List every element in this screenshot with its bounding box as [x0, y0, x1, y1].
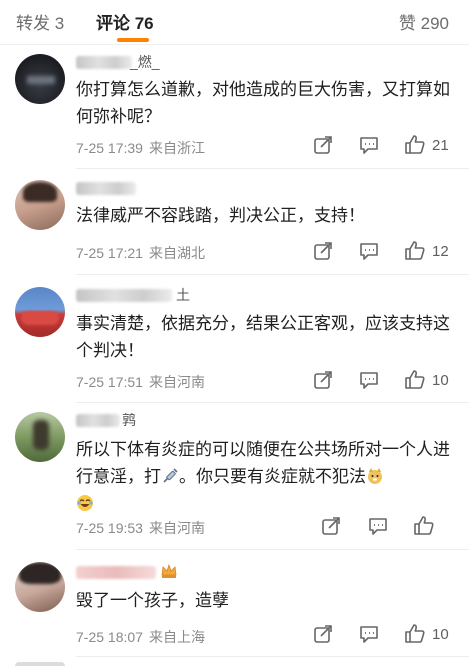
avatar[interactable]: [15, 54, 65, 104]
crown-badge-icon: [161, 563, 177, 578]
comment-meta: 7-25 18:07 来自上海: [76, 627, 205, 647]
comment-time: 7-25 18:07: [76, 629, 143, 645]
comment-time: 7-25 17:21: [76, 245, 143, 261]
username-visible-part: 鹑: [122, 412, 136, 428]
share-icon[interactable]: [312, 134, 334, 156]
username-blurred[interactable]: [76, 56, 132, 69]
comment-divider: [76, 274, 469, 275]
comment-icon[interactable]: [358, 623, 380, 645]
comment-location: 来自浙江: [148, 140, 205, 156]
comment-meta: 7-25 17:21 来自湖北: [76, 243, 205, 263]
like-count: 10: [432, 372, 449, 389]
comment-meta: 7-25 17:51 来自河南: [76, 372, 205, 392]
share-icon[interactable]: [312, 369, 334, 391]
comment-time: 7-25 19:53: [76, 520, 143, 536]
comment-meta: 7-25 17:39 来自浙江: [76, 138, 205, 158]
username-blurred[interactable]: [76, 566, 156, 579]
like-count: 12: [432, 243, 449, 260]
tab-repost[interactable]: 转发 3: [16, 9, 64, 34]
comment-divider: [76, 402, 469, 403]
syringe-emoji-icon: [163, 468, 178, 483]
comment-divider: [76, 549, 469, 550]
share-icon[interactable]: [320, 515, 342, 537]
laughing-emoji-icon: [77, 495, 93, 511]
comment-icon[interactable]: [358, 134, 380, 156]
like-count: 10: [432, 626, 449, 643]
username-visible-part: 土: [176, 287, 190, 303]
comment-location: 来自上海: [148, 629, 205, 645]
comment-time: 7-25 17:39: [76, 140, 143, 156]
comment-time: 7-25 17:51: [76, 374, 143, 390]
comment-text: 你打算怎么道歉，对他造成的巨大伤害，又打算如何弥补呢？: [76, 80, 450, 126]
doge-emoji-icon: [368, 468, 382, 484]
username-visible-part: _燃_: [130, 54, 160, 70]
tabs-divider: [0, 44, 469, 45]
comment-text: 毁了一个孩子，造孽: [76, 591, 229, 610]
thumbs-up-icon[interactable]: [404, 133, 426, 155]
thumbs-up-icon[interactable]: [404, 239, 426, 261]
tab-comments[interactable]: 评论 76: [96, 9, 154, 34]
comment-text: 所以下体有炎症的可以随便在公共场所对一个人进行意淫，打 。你只要有炎症就不犯法: [76, 436, 454, 517]
comment-text: 事实清楚，依据充分，结果公正客观，应该支持这个判决！: [76, 314, 450, 360]
comment-icon[interactable]: [358, 369, 380, 391]
avatar[interactable]: [15, 412, 65, 462]
avatar[interactable]: [15, 562, 65, 612]
comment-location: 来自湖北: [148, 245, 205, 261]
comment-divider: [76, 168, 469, 169]
comment-location: 来自河南: [148, 520, 205, 536]
tab-likes[interactable]: 赞 290: [399, 9, 449, 34]
comment-icon[interactable]: [367, 515, 389, 537]
username-blurred[interactable]: [76, 182, 136, 195]
username-blurred[interactable]: [76, 414, 120, 427]
thumbs-up-icon[interactable]: [413, 514, 435, 536]
next-avatar-edge: [15, 662, 65, 666]
comment-icon[interactable]: [358, 240, 380, 262]
comment-location: 来自河南: [148, 374, 205, 390]
thumbs-up-icon[interactable]: [404, 622, 426, 644]
share-icon[interactable]: [312, 623, 334, 645]
comment-text: 法律威严不容践踏，判决公正，支持！: [76, 206, 365, 225]
avatar[interactable]: [15, 180, 65, 230]
avatar[interactable]: [15, 287, 65, 337]
comment-text-part: 。你只要有炎症就不犯法: [179, 467, 366, 486]
comment-meta: 7-25 19:53 来自河南: [76, 518, 205, 538]
like-count: 21: [432, 137, 449, 154]
username-blurred[interactable]: [76, 289, 172, 302]
thumbs-up-icon[interactable]: [404, 368, 426, 390]
share-icon[interactable]: [312, 240, 334, 262]
comment-tabs: 转发 3 评论 76 赞 290: [0, 0, 469, 42]
comment-divider: [76, 656, 469, 657]
active-tab-indicator: [117, 38, 149, 42]
